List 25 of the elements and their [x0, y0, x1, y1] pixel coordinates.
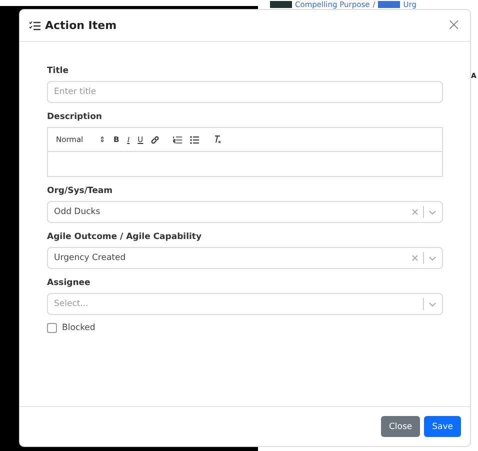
checkbox[interactable]: [47, 323, 57, 333]
dialog-button[interactable]: Close: [380, 416, 420, 437]
dialog-button[interactable]: Save: [424, 416, 461, 437]
field-label: Description: [47, 112, 103, 123]
tag-badge: [378, 1, 400, 8]
tag-badge: [270, 1, 292, 8]
bullet-list-icon[interactable]: [190, 136, 200, 144]
chevron-down-icon[interactable]: [429, 210, 436, 214]
link-icon[interactable]: [151, 136, 160, 144]
field-label: Org/Sys/Team: [47, 186, 114, 197]
select-field[interactable]: Odd Ducks: [47, 201, 443, 223]
chevron-down-icon[interactable]: [429, 256, 436, 260]
field-label: Title: [47, 66, 70, 77]
clear-icon[interactable]: [412, 255, 418, 261]
chevron-down-icon[interactable]: [429, 302, 436, 306]
select-field[interactable]: Urgency Created: [47, 247, 443, 269]
checklist-icon: [29, 20, 41, 30]
dialog-title: Action Item: [45, 19, 118, 32]
field-label: Agile Outcome / Agile Capability: [47, 232, 203, 243]
clear-format-icon[interactable]: [213, 135, 222, 144]
clear-icon[interactable]: [412, 209, 418, 215]
field-label: Assignee: [47, 278, 92, 289]
checkbox-label[interactable]: Blocked: [62, 323, 96, 333]
ordered-list-icon[interactable]: [173, 136, 182, 144]
close-icon[interactable]: ×: [446, 17, 461, 34]
